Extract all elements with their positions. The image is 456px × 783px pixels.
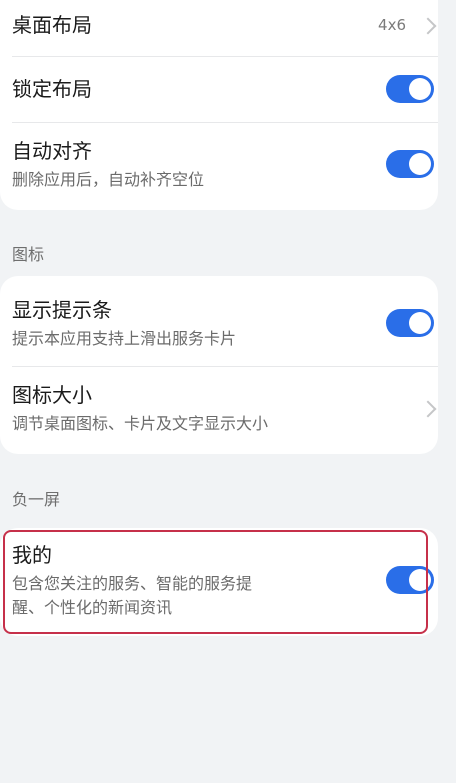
toggle-knob (409, 312, 431, 334)
divider (12, 366, 438, 367)
auto-align-row: 自动对齐 删除应用后，自动补齐空位 (12, 138, 438, 192)
auto-align-title: 自动对齐 (12, 139, 92, 163)
divider (12, 56, 438, 57)
icon-size-subtitle: 调节桌面图标、卡片及文字显示大小 (12, 414, 269, 433)
auto-align-subtitle: 删除应用后，自动补齐空位 (12, 170, 205, 189)
show-hint-bar-subtitle: 提示本应用支持上滑出服务卡片 (12, 329, 237, 348)
divider (12, 122, 438, 123)
highlight-box (3, 530, 428, 634)
toggle-knob (409, 78, 431, 100)
auto-align-toggle[interactable] (386, 150, 434, 178)
desktop-layout-value: 4x6 (378, 16, 406, 34)
show-hint-bar-toggle[interactable] (386, 309, 434, 337)
lock-layout-row: 锁定布局 (12, 76, 438, 102)
desktop-layout-title: 桌面布局 (12, 13, 92, 37)
settings-page: 桌面布局 4x6 锁定布局 自动对齐 删除应用后，自动补齐空位 图标 显示提示条… (0, 0, 456, 783)
icon-size-title: 图标大小 (12, 383, 92, 407)
toggle-knob (409, 153, 431, 175)
lock-layout-title: 锁定布局 (12, 77, 92, 101)
section-label-icons: 图标 (12, 245, 45, 264)
section-label-minus-one-screen: 负一屏 (12, 490, 61, 509)
icon-size-row[interactable]: 图标大小 调节桌面图标、卡片及文字显示大小 (12, 382, 438, 436)
show-hint-bar-row: 显示提示条 提示本应用支持上滑出服务卡片 (12, 297, 438, 351)
show-hint-bar-title: 显示提示条 (12, 298, 112, 322)
lock-layout-toggle[interactable] (386, 75, 434, 103)
desktop-layout-row[interactable]: 桌面布局 (12, 12, 438, 38)
